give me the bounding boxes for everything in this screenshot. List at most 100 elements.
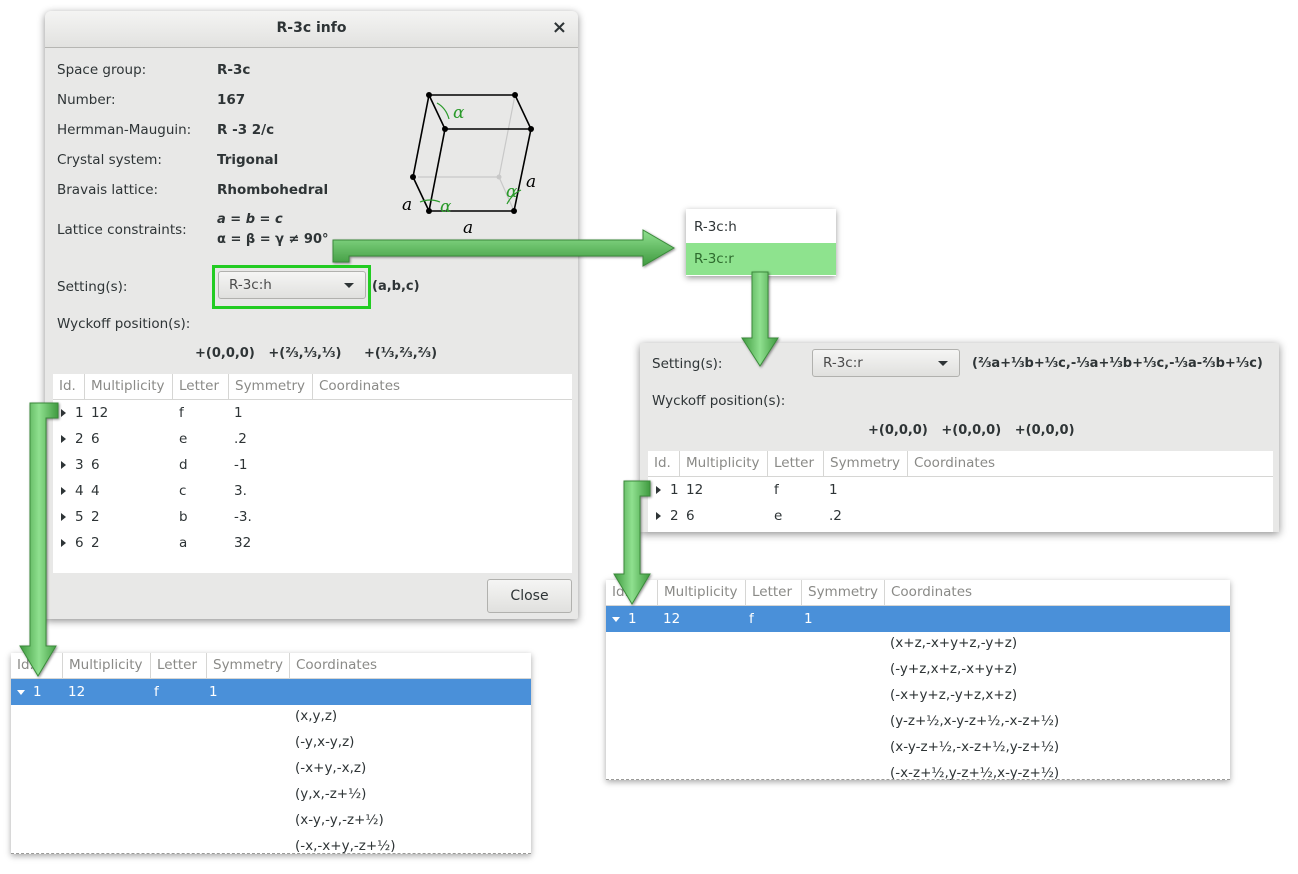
table-row[interactable]: 2 6 e .2 <box>648 503 1273 529</box>
chevron-down-icon <box>938 361 948 366</box>
cell-id: 5 <box>75 509 84 525</box>
cell-letter: f <box>154 684 159 700</box>
coordinate-entry: (-y+z,x+z,-x+y+z) <box>890 661 1018 677</box>
cell-multiplicity: 6 <box>91 431 100 447</box>
chevron-down-icon <box>344 283 354 288</box>
bravais-value: Rhombohedral <box>217 182 329 198</box>
coordinate-entry: (y,x,-z+½) <box>295 786 367 802</box>
dialog-title: R-3c info <box>276 20 347 36</box>
menu-item-r3c-h[interactable]: R-3c:h <box>686 211 836 243</box>
setting-basis: (a,b,c) <box>372 279 420 294</box>
close-icon[interactable]: × <box>552 17 567 38</box>
table-row[interactable]: 6 2 a 32 <box>53 530 572 556</box>
expanded-wyckoff-table: Id. Multiplicity Letter Symmetry Coordin… <box>606 580 1230 780</box>
table-row[interactable]: 5 2 b -3. <box>53 504 572 530</box>
cell-symmetry: 1 <box>829 482 838 498</box>
cell-multiplicity: 2 <box>91 535 100 551</box>
expander-icon[interactable] <box>61 513 66 521</box>
coordinate-entry: (-x-z+½,y-z+½,x-y-z+½) <box>890 765 1060 780</box>
cell-id: 1 <box>628 611 637 627</box>
hm-label: Hermman-Mauguin: <box>57 122 192 138</box>
cell-multiplicity: 12 <box>663 611 681 627</box>
setting-label: Setting(s): <box>57 279 128 295</box>
table-row[interactable]: 3 6 d -1 <box>53 452 572 478</box>
col-multiplicity-header[interactable]: Multiplicity <box>85 374 173 399</box>
wyckoff-label: Wyckoff position(s): <box>652 393 786 409</box>
cell-symmetry: .2 <box>829 508 842 524</box>
expander-icon[interactable] <box>656 512 661 520</box>
bravais-label: Bravais lattice: <box>57 182 159 198</box>
cell-multiplicity: 4 <box>91 483 100 499</box>
col-multiplicity-header[interactable]: Multiplicity <box>658 580 746 605</box>
expander-open-icon[interactable] <box>612 617 620 622</box>
col-coordinates-header[interactable]: Coordinates <box>313 374 572 399</box>
expander-icon[interactable] <box>61 461 66 469</box>
expander-icon[interactable] <box>61 487 66 495</box>
expander-icon[interactable] <box>656 486 661 494</box>
number-value: 167 <box>217 92 246 108</box>
col-coordinates-header[interactable]: Coordinates <box>290 653 531 678</box>
coordinate-entry: (-x+y,-x,z) <box>295 760 367 776</box>
cell-letter: a <box>179 535 188 551</box>
cell-multiplicity: 12 <box>68 684 86 700</box>
cell-multiplicity: 6 <box>91 457 100 473</box>
col-symmetry-header[interactable]: Symmetry <box>824 451 908 476</box>
crystal-system-value: Trigonal <box>217 152 279 168</box>
table-header: Id. Multiplicity Letter Symmetry Coordin… <box>11 653 531 679</box>
expanded-wyckoff-table: Id. Multiplicity Letter Symmetry Coordin… <box>11 653 531 854</box>
col-id-header[interactable]: Id. <box>648 451 680 476</box>
cell-letter: b <box>179 509 188 525</box>
col-id-header[interactable]: Id. <box>11 653 63 678</box>
table-row-selected[interactable]: 1 12 f 1 <box>11 679 531 705</box>
cell-symmetry: .2 <box>234 431 247 447</box>
info-dialog: R-3c info × Space group: R-3c Number: 16… <box>45 11 578 619</box>
constraint-length: a = b = c <box>217 212 283 227</box>
setting-combo-value: R-3c:r <box>823 355 863 371</box>
table-row[interactable]: 1 12 f 1 <box>53 400 572 426</box>
col-multiplicity-header[interactable]: Multiplicity <box>63 653 151 678</box>
setting-dropdown-menu: R-3c:h R-3c:r <box>686 209 836 276</box>
col-multiplicity-header[interactable]: Multiplicity <box>680 451 768 476</box>
expander-icon[interactable] <box>61 435 66 443</box>
setting-combo[interactable]: R-3c:r <box>812 349 960 377</box>
close-button[interactable]: Close <box>487 579 572 613</box>
table-row-selected[interactable]: 1 12 f 1 <box>606 606 1230 632</box>
col-letter-header[interactable]: Letter <box>768 451 824 476</box>
table-row[interactable]: 2 6 e .2 <box>53 426 572 452</box>
table-header: Id. Multiplicity Letter Symmetry Coordin… <box>648 451 1273 477</box>
cell-letter: c <box>179 483 187 499</box>
cell-symmetry: 3. <box>234 483 247 499</box>
alpha-label: α <box>440 197 452 217</box>
col-symmetry-header[interactable]: Symmetry <box>802 580 885 605</box>
col-coordinates-header[interactable]: Coordinates <box>908 451 1273 476</box>
table-row[interactable]: 1 12 f 1 <box>648 477 1273 503</box>
col-id-header[interactable]: Id. <box>53 374 85 399</box>
col-symmetry-header[interactable]: Symmetry <box>229 374 313 399</box>
col-coordinates-header[interactable]: Coordinates <box>885 580 1230 605</box>
cell-id: 3 <box>75 457 84 473</box>
coordinate-entry: (x,y,z) <box>295 708 338 724</box>
number-label: Number: <box>57 92 116 108</box>
a-label: a <box>526 172 536 192</box>
setting-combo-value: R-3c:h <box>229 277 272 293</box>
table-cut-edge <box>606 779 1230 780</box>
expander-icon[interactable] <box>61 409 66 417</box>
expander-icon[interactable] <box>61 539 66 547</box>
cell-id: 1 <box>75 405 84 421</box>
col-letter-header[interactable]: Letter <box>746 580 802 605</box>
cell-letter: e <box>774 508 783 524</box>
col-letter-header[interactable]: Letter <box>151 653 207 678</box>
col-letter-header[interactable]: Letter <box>173 374 229 399</box>
cell-id: 1 <box>670 482 679 498</box>
menu-item-r3c-r[interactable]: R-3c:r <box>686 243 836 275</box>
table-row[interactable]: 4 4 c 3. <box>53 478 572 504</box>
alpha-label: α <box>453 103 465 123</box>
table-header: Id. Multiplicity Letter Symmetry Coordin… <box>606 580 1230 606</box>
cell-multiplicity: 12 <box>686 482 704 498</box>
space-group-label: Space group: <box>57 62 147 78</box>
setting-combo[interactable]: R-3c:h <box>218 271 366 299</box>
setting-label: Setting(s): <box>652 356 723 372</box>
col-symmetry-header[interactable]: Symmetry <box>207 653 290 678</box>
expander-open-icon[interactable] <box>17 690 25 695</box>
col-id-header[interactable]: Id. <box>606 580 658 605</box>
